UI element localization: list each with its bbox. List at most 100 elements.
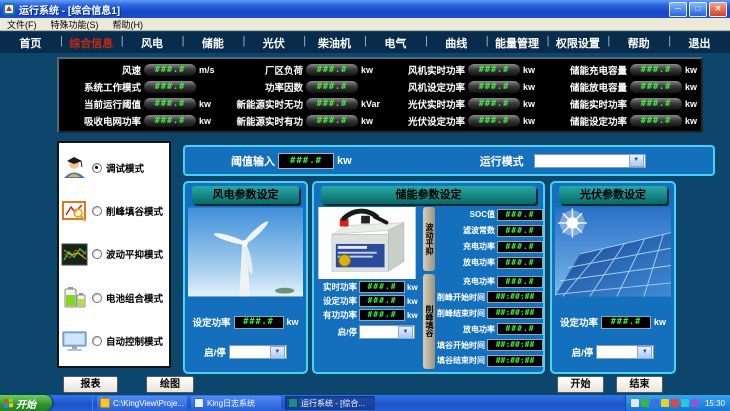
metric-display: ###.# (144, 81, 196, 93)
nav-help[interactable]: 帮助 (608, 35, 669, 51)
close-icon[interactable]: ✕ (709, 2, 727, 17)
chevron-down-icon[interactable]: ▼ (629, 154, 644, 167)
nav-diesel[interactable]: 柴油机 (304, 35, 365, 51)
threshold-input[interactable]: ###.# (278, 153, 334, 169)
discharge-power-row: 放电功率###.#kw (437, 257, 545, 269)
nav-overview[interactable]: 综合信息 (61, 35, 122, 51)
set-power-unit: kw (287, 317, 299, 327)
tray-warning-icon[interactable] (661, 399, 669, 407)
nav-pv[interactable]: 光伏 (243, 35, 304, 51)
discharge-power-input[interactable]: ###.# (497, 257, 543, 269)
valley-start-time-input[interactable]: ##:##:## (487, 339, 543, 351)
valley-end-time-input[interactable]: ##:##:## (487, 355, 543, 367)
row-label: 设定功率 (317, 295, 357, 307)
charge-power-row: 充电功率###.#kw (437, 241, 545, 253)
metric-label: 光伏实时功率 (385, 97, 465, 111)
metric-unit: kw (685, 82, 709, 92)
taskbar-task-kingview-project[interactable]: C:\KingView\Proje... (97, 396, 187, 410)
nav-storage[interactable]: 储能 (182, 35, 243, 51)
tray-shield-icon[interactable] (641, 399, 649, 407)
mode-item-peak-shaving[interactable]: 削峰填谷模式 (61, 199, 167, 224)
mode-label: 自动控制模式 (106, 334, 163, 348)
metric-unit: kw (523, 116, 547, 126)
ps-charge-power-row: 充电功率###.#kw (437, 276, 545, 288)
storage-switch-select[interactable]: ▼ (359, 325, 415, 339)
mode-item-fluctuation[interactable]: 波动平抑模式 (61, 242, 167, 267)
charge-power-input[interactable]: ###.# (497, 241, 543, 253)
ps-charge-power-input[interactable]: ###.# (497, 276, 543, 288)
soc-display: ###.# (497, 209, 543, 221)
wind-set-power-input[interactable]: ###.# (234, 316, 284, 329)
filter-constant-row: 滤波常数###.# (437, 225, 545, 237)
tray-hide-icon[interactable] (631, 399, 639, 407)
menu-help[interactable]: 帮助(H) (113, 18, 144, 31)
battery-image (317, 207, 417, 279)
nav-permissions[interactable]: 权限设置 (547, 35, 608, 51)
taskbar-start-button[interactable]: 开始 (0, 395, 52, 411)
taskbar-clock: 15:30 (705, 399, 725, 408)
radio-battery-combo-mode[interactable] (92, 293, 102, 303)
taskbar-task-king-log[interactable]: King日志系统 (191, 396, 281, 410)
radio-fluctuation-mode[interactable] (92, 249, 102, 259)
nav-exit[interactable]: 退出 (669, 35, 730, 51)
peak-start-time-row: 削峰开始时间##:##:## (437, 291, 545, 303)
chevron-down-icon[interactable]: ▼ (398, 326, 413, 339)
mode-item-battery-combo[interactable]: 电池组合模式 (61, 285, 167, 310)
chevron-down-icon[interactable]: ▼ (270, 346, 285, 359)
metric-grid-absorb-power: 吸收电网功率###.#kw (61, 114, 223, 128)
radio-peak-shaving-mode[interactable] (92, 206, 102, 216)
wind-turbine-image (188, 206, 303, 298)
pv-set-power-input[interactable]: ###.# (601, 316, 651, 329)
taskbar-task-run-system[interactable]: 运行系统 - [综合... (285, 396, 375, 410)
row-unit: kw (544, 277, 545, 286)
pv-switch-select[interactable]: ▼ (596, 345, 654, 359)
fluctuation-chart-icon (61, 242, 88, 267)
tray-volume-icon[interactable] (681, 399, 689, 407)
metric-storage-discharge-capacity: 储能放电容量###.#kw (547, 80, 709, 94)
window-controls: ─ □ ✕ (669, 2, 727, 17)
peak-start-time-input[interactable]: ##:##:## (487, 291, 543, 303)
radio-auto-control-mode[interactable] (92, 336, 102, 346)
row-label: 实时功率 (317, 281, 357, 293)
valley-start-time-row: 填谷开始时间##:##:## (437, 339, 545, 351)
peak-end-time-input[interactable]: ##:##:## (487, 307, 543, 319)
wind-switch-select[interactable]: ▼ (229, 345, 287, 359)
mode-selector-box: 调试模式 削峰填谷模式 波动平抑模式 (57, 141, 171, 368)
mode-item-auto-control[interactable]: 自动控制模式 (61, 329, 167, 354)
mode-label: 削峰填谷模式 (106, 204, 163, 218)
metric-display: ###.# (468, 115, 520, 127)
report-button[interactable]: 报表 (63, 376, 118, 393)
metrics-panel: 风速###.#m/s 厂区负荷###.#kw 风机实时功率###.#kw 储能充… (57, 57, 703, 133)
storage-set-power-input[interactable]: ###.# (359, 295, 405, 307)
threshold-strip: 阈值输入 ###.# kw 运行模式 ▼ (183, 145, 715, 176)
nav-curves[interactable]: 曲线 (426, 35, 487, 51)
tray-status-icon[interactable] (671, 399, 679, 407)
tray-app-icon[interactable] (691, 399, 699, 407)
tray-network-icon[interactable] (651, 399, 659, 407)
menu-file[interactable]: 文件(F) (7, 18, 37, 31)
menu-special-functions[interactable]: 特殊功能(S) (51, 18, 99, 31)
metric-plant-load: 厂区负荷###.#kw (223, 63, 385, 77)
end-button[interactable]: 结束 (616, 376, 663, 393)
row-unit: % (544, 210, 545, 219)
group-vertical-label: 削峰填谷 (423, 274, 435, 369)
minimize-icon[interactable]: ─ (669, 2, 687, 17)
run-mode-label: 运行模式 (480, 153, 524, 169)
mode-item-debug[interactable]: 调试模式 (61, 155, 167, 180)
switch-label: 启/停 (204, 345, 226, 359)
row-unit: kw (544, 258, 545, 267)
run-mode-select[interactable]: ▼ (534, 154, 646, 168)
chevron-down-icon[interactable]: ▼ (637, 346, 652, 359)
filter-constant-input[interactable]: ###.# (497, 225, 543, 237)
draw-button[interactable]: 绘图 (146, 376, 194, 393)
valley-end-time-row: 填谷结束时间##:##:## (437, 355, 545, 367)
nav-wind[interactable]: 风电 (122, 35, 183, 51)
nav-home[interactable]: 首页 (0, 35, 61, 51)
start-button[interactable]: 开始 (557, 376, 604, 393)
nav-energy-mgmt[interactable]: 能量管理 (487, 35, 548, 51)
radio-debug-mode[interactable] (92, 163, 102, 173)
ps-discharge-power-input[interactable]: ###.# (497, 323, 543, 335)
maximize-icon[interactable]: □ (689, 2, 707, 17)
metric-label: 储能充电容量 (547, 63, 627, 77)
nav-electric[interactable]: 电气 (365, 35, 426, 51)
